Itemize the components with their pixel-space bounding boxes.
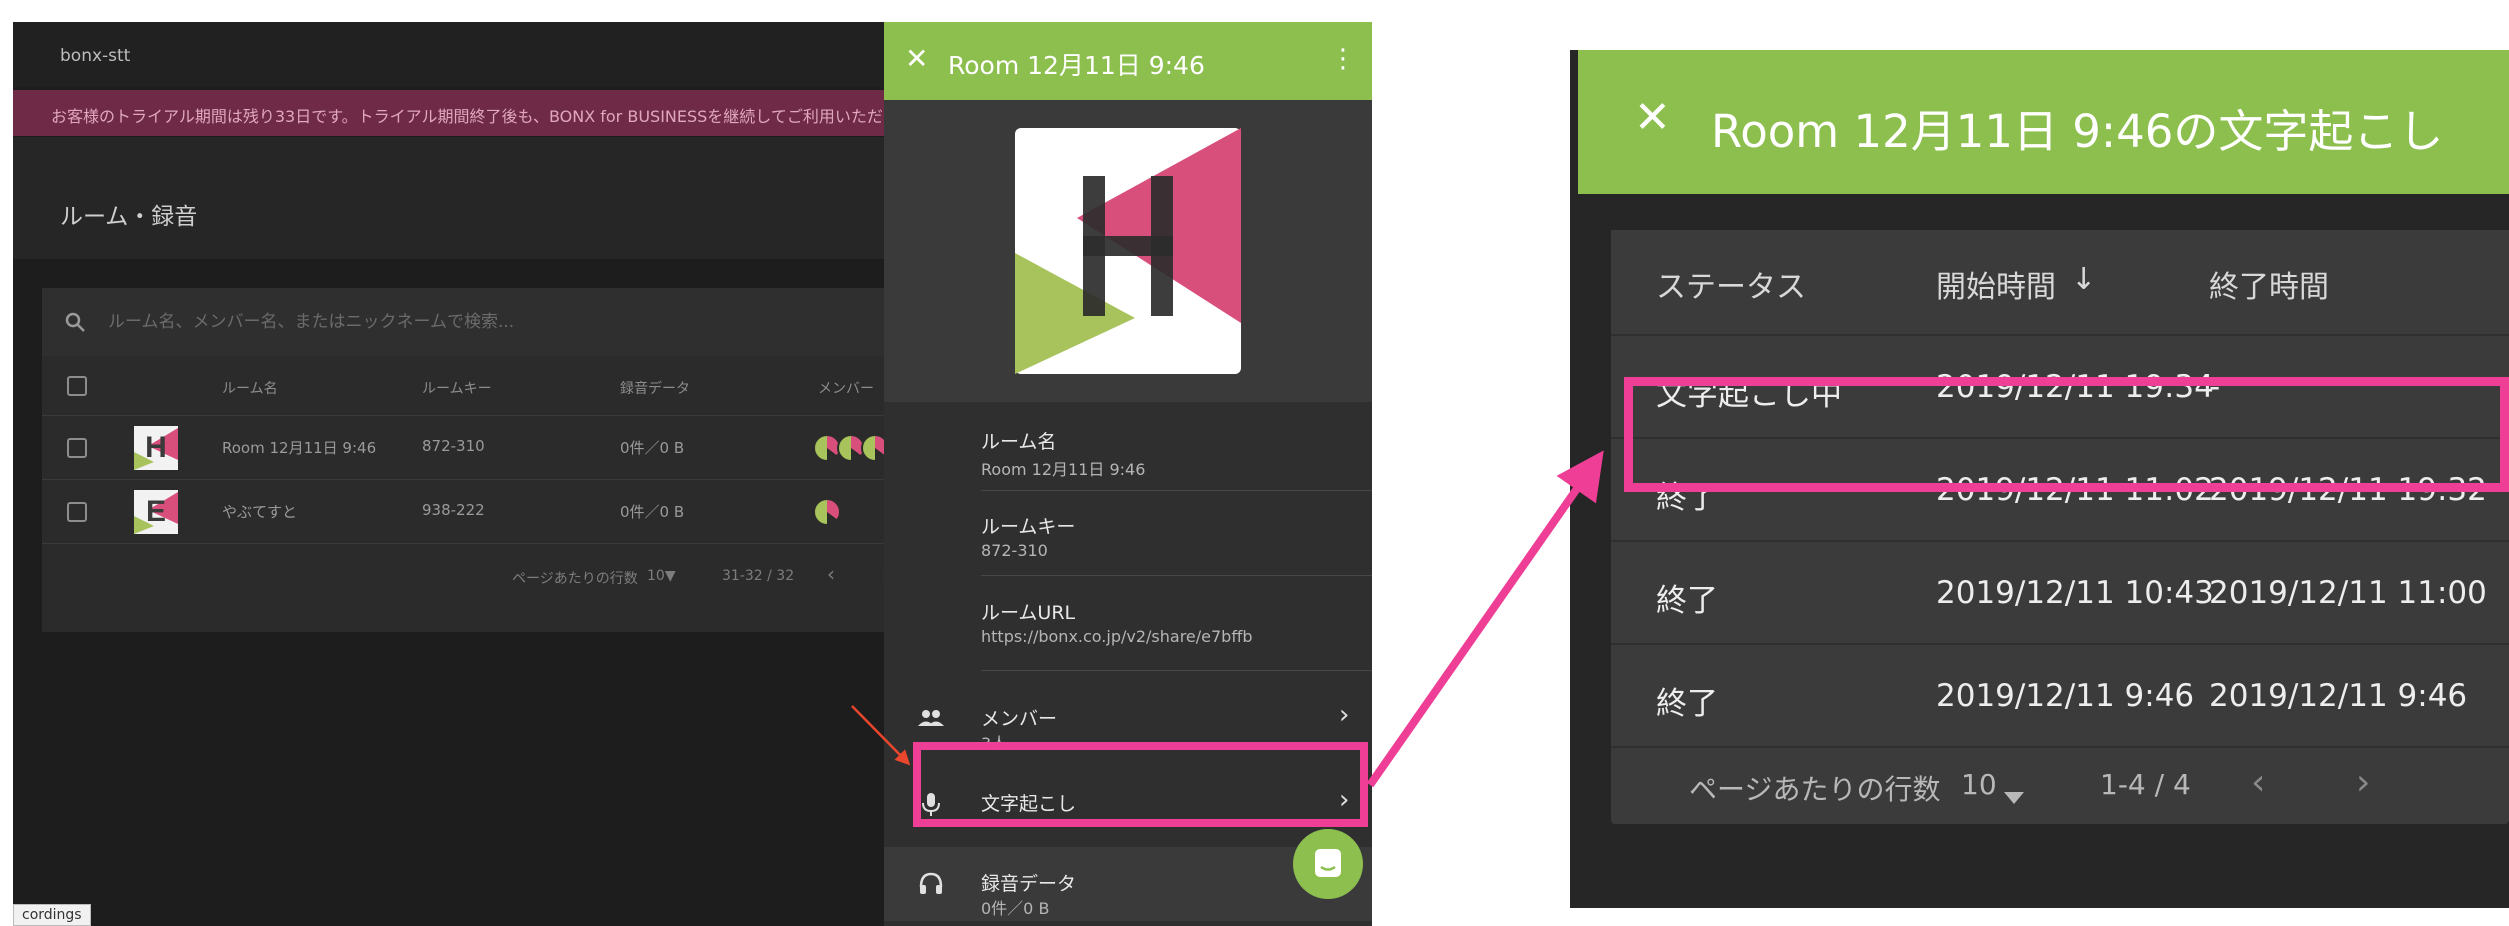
end-time-cell: 2019/12/11 9:46 [2209,678,2468,714]
pink-arrow [1366,450,1604,788]
sort-arrow-down-icon[interactable]: ↓ [2071,262,2096,297]
room-thumbnail: H [134,426,178,470]
room-key-value: 872-310 [981,541,1048,560]
transcription-table: ステータス 開始時間 ↓ 終了時間 文字起こし中 2019/12/11 19:3… [1611,230,2509,824]
divider [981,670,1372,671]
transcription-title: Room 12月11日 9:46の文字起こし [1711,105,2444,158]
room-logo [1015,128,1241,374]
table-row[interactable]: 終了 2019/12/11 9:46 2019/12/11 9:46 [1611,645,2509,748]
status-cell: 終了 [1656,686,1718,722]
room-name-cell: Room 12月11日 9:46 [222,439,377,457]
recordings-value: 0件／0 B [981,899,1050,918]
room-name-cell: やぶてすと [222,503,298,521]
room-key-cell: 938-222 [422,501,485,519]
chevron-right-icon: › [1339,700,1350,730]
room-name-value: Room 12月11日 9:46 [981,460,1146,479]
recordings-cell: 0件／0 B [620,439,685,457]
select-all-checkbox[interactable] [67,376,87,396]
prev-page-button[interactable]: ‹ [827,562,835,586]
column-header-end-time[interactable]: 終了時間 [2209,262,2329,306]
column-header-start-time[interactable]: 開始時間 [1936,262,2056,306]
highlight-box-transcription [913,742,1368,827]
room-key-label: ルームキー [981,516,1076,538]
prev-page-button[interactable]: ‹ [2251,762,2265,803]
page-title: ルーム・録音 [60,204,198,230]
room-name-label: ルーム名 [981,431,1057,453]
room-logo-area [884,100,1372,402]
recordings-label: 録音データ [981,873,1077,895]
search-icon [63,310,87,334]
page-range: 31-32 / 32 [722,568,795,584]
row-checkbox[interactable] [67,438,87,458]
member-avatar [813,498,841,526]
trial-banner-text: お客様のトライアル期間は残り33日です。トライアル期間終了後も、BONX for… [51,107,899,126]
column-header-status[interactable]: ステータス [1656,262,1806,306]
members-label: メンバー [981,708,1058,730]
more-vert-icon[interactable]: ⋮ [1330,44,1356,74]
transcription-header: ✕ Room 12月11日 9:46の文字起こし [1578,50,2509,194]
highlight-box-row [1624,377,2509,492]
rows-per-page-label: ページあたりの行数 [512,571,638,587]
room-thumbnail-letter: E [145,495,166,528]
table-row[interactable]: 終了 2019/12/11 10:43 2019/12/11 11:00 [1611,542,2509,645]
start-time-cell: 2019/12/11 10:43 [1936,575,2214,611]
close-icon[interactable]: ✕ [905,44,928,74]
column-header-recordings[interactable]: 録音データ [620,378,690,398]
chat-icon [1315,849,1341,877]
end-time-cell: 2019/12/11 11:00 [2209,575,2487,611]
rows-per-page-label: ページあたりの行数 [1689,773,1941,806]
room-thumbnail-letter: H [145,431,167,464]
people-icon [916,704,946,734]
status-cell: 終了 [1656,583,1718,619]
room-thumbnail: E [134,490,178,534]
chat-button[interactable] [1293,829,1363,899]
room-url-label: ルームURL [981,602,1076,624]
divider [981,490,1372,491]
rows-per-page-select[interactable]: 10▼ [647,568,676,584]
rows-per-page-select[interactable]: 10 [1961,768,1997,801]
app-title: bonx-stt [60,46,131,66]
panel-title: Room 12月11日 9:46 [948,51,1205,80]
column-header-room-key[interactable]: ルームキー [422,378,492,398]
row-checkbox[interactable] [67,502,87,522]
divider [981,575,1372,576]
close-icon[interactable]: ✕ [1634,94,1671,142]
dropdown-arrow-icon[interactable] [2004,778,2024,811]
column-header-room-name[interactable]: ルーム名 [222,378,278,398]
next-page-button[interactable]: › [2356,762,2370,803]
start-time-cell: 2019/12/11 9:46 [1936,678,2195,714]
recordings-cell: 0件／0 B [620,503,685,521]
room-key-cell: 872-310 [422,437,485,455]
column-header-members[interactable]: メンバー [818,378,874,398]
room-url-value[interactable]: https://bonx.co.jp/v2/share/e7bffb [981,627,1253,646]
pagination: ページあたりの行数 10 1-4 / 4 ‹ › [1611,748,2509,824]
page-range: 1-4 / 4 [2100,768,2191,801]
tooltip: cordings [13,904,91,926]
search-input[interactable] [108,305,808,339]
headphones-icon [916,869,946,899]
panel-header: ✕ Room 12月11日 9:46 ⋮ [884,22,1372,100]
table-header: ステータス 開始時間 ↓ 終了時間 [1611,230,2509,336]
